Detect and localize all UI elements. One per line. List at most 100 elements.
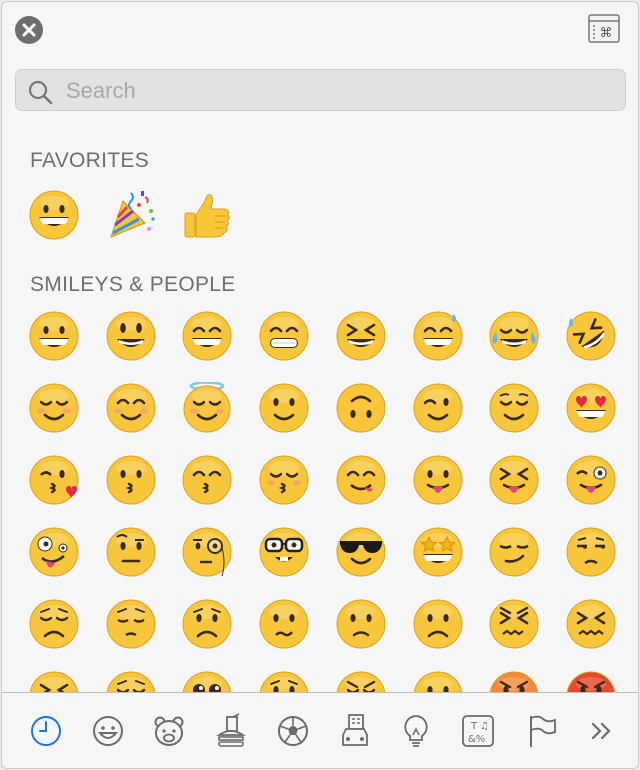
confounded-icon (566, 599, 616, 649)
emoji-kissing-closed-eyes[interactable] (258, 454, 310, 506)
persevere-icon (489, 599, 539, 649)
category-tab-flag[interactable] (522, 713, 558, 749)
emoji-joy[interactable] (488, 310, 540, 362)
emoji-thumbs-up[interactable] (181, 189, 233, 241)
emoji-pleading[interactable] (181, 670, 233, 692)
category-tab-bear[interactable] (151, 713, 187, 749)
emoji-kissing[interactable] (105, 454, 157, 506)
emoji-laughing[interactable] (335, 310, 387, 362)
emoji-weary[interactable] (105, 670, 157, 692)
category-tab-food[interactable] (213, 713, 249, 749)
emoji-slight-frown[interactable] (335, 598, 387, 650)
emoji-cry[interactable] (258, 670, 310, 692)
emoji-grimace[interactable] (412, 670, 464, 692)
emoji-squinting-tongue[interactable] (488, 454, 540, 506)
tongue-icon (413, 455, 462, 505)
emoji-star-struck[interactable] (412, 526, 464, 578)
svg-text:♫: ♫ (480, 721, 489, 732)
emoji-tongue[interactable] (412, 454, 464, 506)
grimace-icon (413, 671, 462, 692)
emoji-rofl[interactable] (565, 310, 617, 362)
emoji-persevere[interactable] (488, 598, 540, 650)
emoji-angry[interactable] (488, 670, 540, 692)
search-field[interactable] (15, 69, 626, 111)
emoji-sunglasses[interactable] (335, 526, 387, 578)
slight-frown-icon (336, 599, 386, 649)
emoji-grinning[interactable] (28, 310, 80, 362)
category-tab-smiley[interactable] (90, 713, 126, 749)
emoji-frowning[interactable] (412, 598, 464, 650)
emoji-monocle[interactable] (181, 526, 233, 578)
emoji-disappointed[interactable] (28, 598, 80, 650)
cry-icon (259, 671, 309, 692)
search-input[interactable] (64, 74, 608, 108)
section-title-smileys: SMILEYS & PEOPLE (30, 273, 236, 296)
emoji-kissing-smiling-eyes[interactable] (181, 454, 233, 506)
category-tab-bulb[interactable] (398, 713, 434, 749)
confused-icon (259, 599, 309, 649)
emoji-relieved[interactable] (488, 382, 540, 434)
emoji-confused[interactable] (258, 598, 310, 650)
emoji-unamused[interactable] (565, 526, 617, 578)
emoji-triumph[interactable] (335, 670, 387, 692)
wink-icon (413, 383, 462, 433)
close-button[interactable] (15, 16, 43, 44)
emoji-nerd[interactable] (258, 526, 310, 578)
svg-text:⌘: ⌘ (600, 26, 613, 41)
yum-icon (336, 455, 386, 505)
emoji-confounded[interactable] (565, 598, 617, 650)
emoji-kissing-heart[interactable] (28, 454, 80, 506)
emoji-party-popper[interactable] (105, 189, 157, 241)
emoji-smile[interactable] (181, 310, 233, 362)
emoji-heart-eyes[interactable] (565, 382, 617, 434)
emoji-zany[interactable] (28, 526, 80, 578)
winking-tongue-icon (566, 455, 616, 505)
grinning-icon (29, 190, 79, 240)
category-tab-ball[interactable] (275, 713, 311, 749)
emoji-tired[interactable] (28, 670, 80, 692)
keyboard-viewer-button[interactable]: ⌘ (588, 14, 620, 44)
disappointed-icon (29, 599, 79, 649)
grin-icon (259, 311, 309, 361)
svg-text:&%: &% (468, 734, 485, 745)
emoji-rage[interactable] (565, 670, 617, 692)
chevron-double-right-icon (592, 722, 611, 740)
emoji-raised-eyebrow[interactable] (105, 526, 157, 578)
symbols-icon: T ♫ &% (461, 715, 494, 747)
emoji-worried[interactable] (181, 598, 233, 650)
ball-icon (277, 716, 308, 746)
category-tab-car[interactable] (337, 713, 373, 749)
clock-icon (31, 716, 61, 746)
emoji-wink[interactable] (412, 382, 464, 434)
innocent-icon (183, 382, 231, 433)
emoji-pensive[interactable] (105, 598, 157, 650)
category-tab-clock[interactable] (28, 713, 64, 749)
close-icon (22, 23, 36, 37)
emoji-yum[interactable] (335, 454, 387, 506)
laughing-icon (336, 311, 386, 361)
worried-icon (182, 599, 232, 649)
emoji-smirk[interactable] (488, 526, 540, 578)
emoji-winking-tongue[interactable] (565, 454, 617, 506)
emoji-innocent[interactable] (181, 382, 233, 434)
category-tab-symbols[interactable]: T ♫ &% (460, 713, 496, 749)
grinning-icon (29, 311, 79, 361)
emoji-blush[interactable] (105, 382, 157, 434)
emoji-scroll-area[interactable]: ⌘ FAVORITES SMILEYS & PEOPLE (2, 2, 638, 692)
squinting-tongue-icon (489, 455, 539, 505)
kissing-smiling-eyes-icon (182, 455, 232, 505)
emoji-grinning[interactable] (28, 189, 80, 241)
emoji-upside-down[interactable] (335, 382, 387, 434)
relieved-icon (489, 383, 539, 433)
angry-icon (490, 671, 539, 692)
emoji-grin[interactable] (258, 310, 310, 362)
pleading-icon (183, 671, 232, 692)
emoji-slight-smile[interactable] (258, 382, 310, 434)
raised-eyebrow-icon (106, 527, 156, 577)
category-tab-chevron-double-right[interactable] (583, 713, 619, 749)
blush-icon (106, 383, 156, 433)
emoji-relaxed[interactable] (28, 382, 80, 434)
sweat-smile-icon (413, 311, 462, 361)
emoji-sweat-smile[interactable] (412, 310, 464, 362)
emoji-smiley[interactable] (105, 310, 157, 362)
